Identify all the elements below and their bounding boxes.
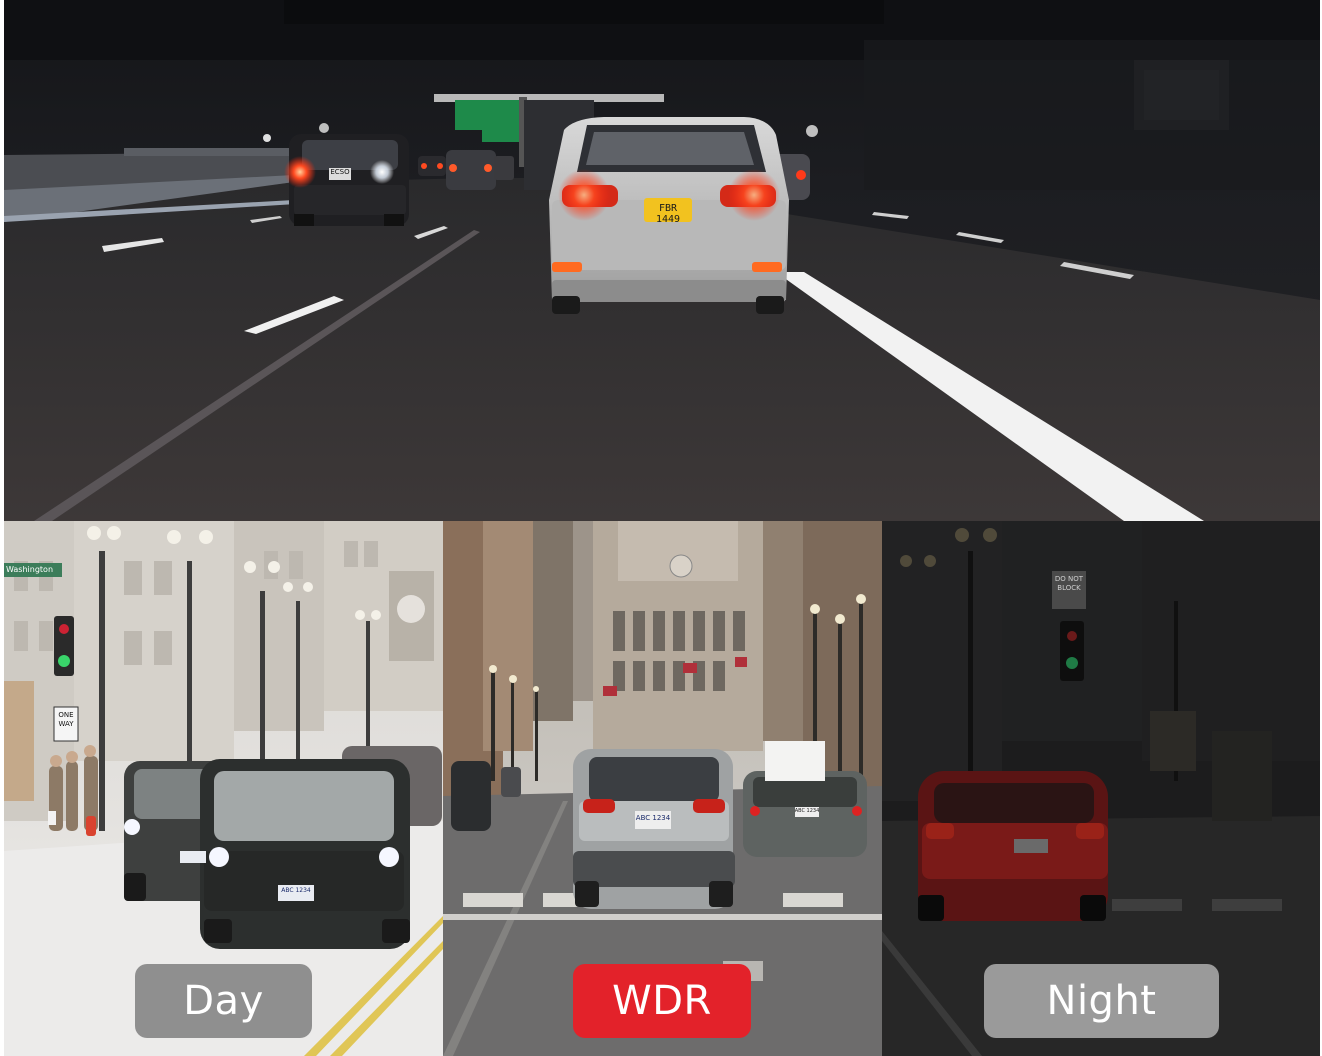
right-car-license-plate: ABC 1234: [794, 808, 820, 814]
wdr-license-plate: ABC 1234: [635, 814, 671, 822]
night-highway-photo: FBR 1449 ECSO: [4, 0, 1320, 521]
wdr-mode-button[interactable]: WDR: [573, 964, 751, 1038]
night-mode-button[interactable]: Night: [984, 964, 1219, 1038]
day-mode-photo: Washington ONE WAY ABC 1234 Day: [4, 521, 443, 1056]
exposure-comparison-strip: Washington ONE WAY ABC 1234 Day ABC 1234…: [4, 521, 1320, 1056]
wdr-mode-label: WDR: [612, 978, 712, 1024]
day-mode-label: Day: [183, 978, 264, 1024]
night-mode-photo: DO NOT BLOCK Night: [882, 521, 1320, 1056]
day-license-plate: ABC 1234: [281, 887, 311, 894]
comparison-image: FBR 1449 ECSO Washington ONE WAY ABC 123…: [4, 0, 1320, 1056]
street-name-sign: Washington: [6, 565, 54, 574]
night-mode-label: Night: [1046, 978, 1157, 1024]
do-not-block-sign: DO NOT BLOCK: [1054, 575, 1084, 592]
one-way-sign: ONE WAY: [58, 711, 74, 728]
left-license-plate: ECSO: [330, 168, 350, 176]
wdr-mode-photo: ABC 1234 ABC 1234 WDR: [443, 521, 882, 1056]
day-mode-button[interactable]: Day: [135, 964, 312, 1038]
front-license-plate: FBR 1449: [655, 203, 681, 225]
